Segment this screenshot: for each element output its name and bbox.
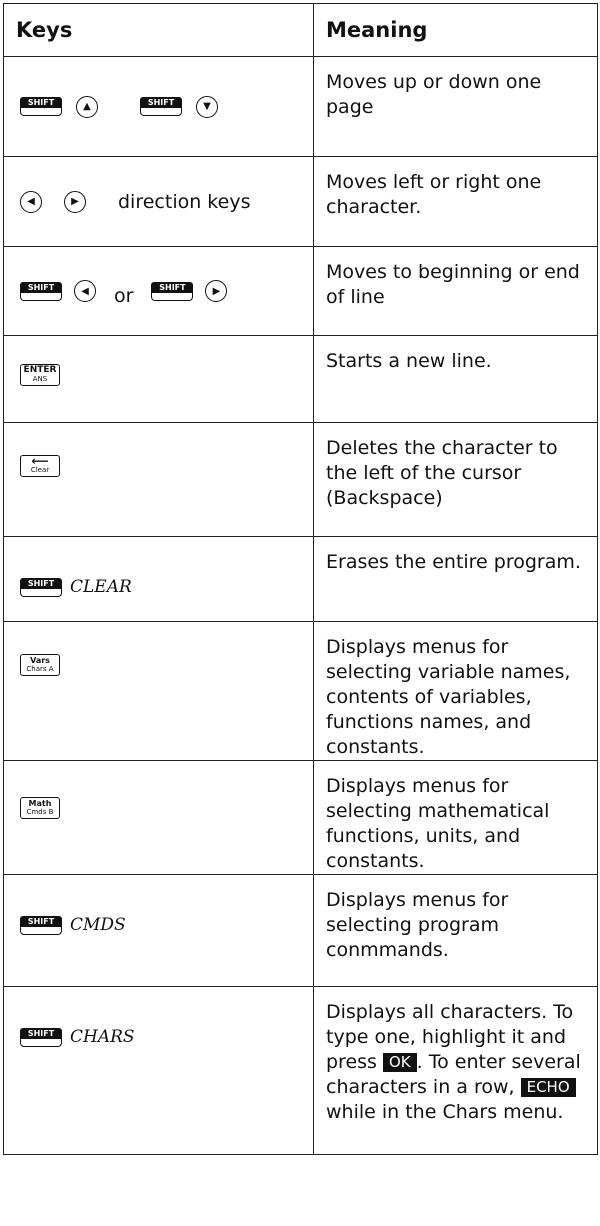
table-row: SHIFT CHARS Displays all characters. To … (3, 986, 598, 1155)
meaning-cell: Displays menus for selecting variable na… (313, 621, 598, 761)
table-row: ENTER ANS Starts a new line. (3, 335, 598, 423)
keys-cell: ◀ ▶ direction keys (3, 156, 314, 247)
left-arrow-key-icon: ◀ (74, 280, 96, 302)
keys-table: Keys Meaning SHIFT ▲ SHIFT ▼ Moves up or… (3, 3, 598, 1155)
table-row: SHIFT ▲ SHIFT ▼ Moves up or down one pag… (3, 56, 598, 157)
shift-key-icon: SHIFT (151, 281, 194, 301)
meaning-cell: Deletes the character to the left of the… (313, 422, 598, 537)
table-row: Vars Chars A Displays menus for selecting… (3, 621, 598, 761)
keys-cell: SHIFT CHARS (3, 986, 314, 1155)
up-arrow-key-icon: ▲ (76, 95, 98, 118)
meaning-cell: Displays menus for selecting mathematica… (313, 760, 598, 875)
keys-cell: SHIFT ◀ or SHIFT ▶ (3, 246, 314, 336)
chars-label: CHARS (70, 1027, 135, 1047)
meaning-cell: Starts a new line. (313, 335, 598, 423)
keys-cell: Math Cmds B (3, 760, 314, 875)
clear-label: CLEAR (70, 577, 132, 597)
direction-keys-label: direction keys (118, 190, 251, 213)
table-row: SHIFT CMDS Displays menus for selecting … (3, 874, 598, 987)
table-row: ◀ ▶ direction keys Moves left or right o… (3, 156, 598, 247)
meaning-cell: Erases the entire program. (313, 536, 598, 622)
meaning-cell: Displays all characters. To type one, hi… (313, 986, 598, 1155)
shift-key-icon: SHIFT (140, 97, 182, 116)
meaning-cell: Displays menus for selecting program con… (313, 874, 598, 987)
keys-cell: SHIFT CLEAR (3, 536, 314, 622)
meaning-cell: Moves to beginning or end of line (313, 246, 598, 336)
right-arrow-key-icon: ▶ (205, 280, 228, 302)
table-row: SHIFT CLEAR Erases the entire program. (3, 536, 598, 622)
keys-cell: ⟵ Clear (3, 422, 314, 537)
keys-cell: ENTER ANS (3, 335, 314, 423)
header-row: Keys Meaning (3, 3, 598, 57)
table-row: Math Cmds B Displays menus for selecting … (3, 760, 598, 875)
vars-key-icon: Vars Chars A (20, 654, 60, 676)
meaning-text: while in the Chars menu. (326, 1101, 564, 1123)
cmds-label: CMDS (70, 915, 126, 935)
table-row: ⟵ Clear Deletes the character to the left… (3, 422, 598, 537)
left-arrow-key-icon: ◀ (20, 190, 42, 213)
enter-key-icon: ENTER ANS (20, 364, 60, 386)
table-row: SHIFT ◀ or SHIFT ▶ Moves to beginning or… (3, 246, 598, 336)
meaning-cell: Moves up or down one page (313, 56, 598, 157)
meaning-cell: Moves left or right one character. (313, 156, 598, 247)
keys-cell: SHIFT ▲ SHIFT ▼ (3, 56, 314, 157)
shift-key-icon: SHIFT (20, 97, 62, 116)
shift-key-icon: SHIFT (20, 1028, 62, 1047)
backspace-key-icon: ⟵ Clear (20, 455, 60, 477)
or-label: or (114, 285, 134, 307)
echo-softkey: ECHO (520, 1078, 576, 1097)
down-arrow-key-icon: ▼ (196, 95, 218, 118)
right-arrow-key-icon: ▶ (64, 190, 86, 213)
header-keys: Keys (3, 3, 314, 57)
math-key-icon: Math Cmds B (20, 797, 60, 819)
shift-key-icon: SHIFT (20, 281, 62, 301)
keys-cell: Vars Chars A (3, 621, 314, 761)
ok-softkey: OK (382, 1053, 417, 1072)
shift-key-icon: SHIFT (20, 916, 62, 935)
header-meaning: Meaning (313, 3, 598, 57)
shift-key-icon: SHIFT (20, 578, 62, 597)
keys-cell: SHIFT CMDS (3, 874, 314, 987)
